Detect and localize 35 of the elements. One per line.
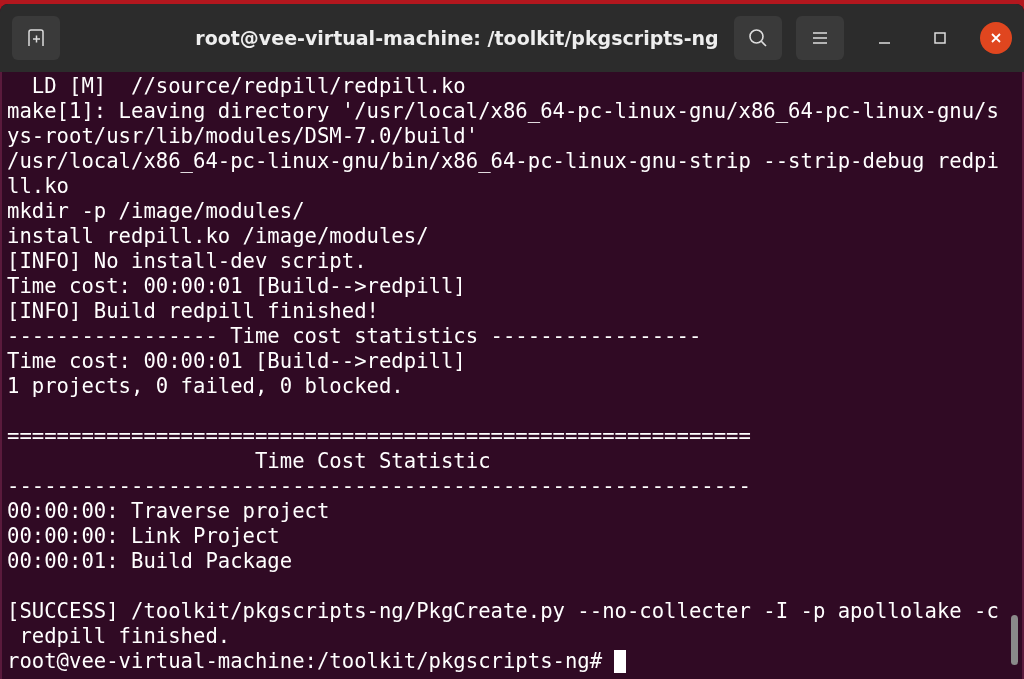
new-tab-button[interactable] [12, 16, 60, 60]
terminal-line: make[1]: Leaving directory '/usr/local/x86_64-pc-linux-gnu/x86_64-pc-linux-gnu/s [7, 99, 999, 124]
terminal-line: Time cost: 00:00:01 [Build-->redpill] [7, 274, 466, 299]
menu-button[interactable] [796, 16, 844, 60]
terminal-line: 00:00:00: Link Project [7, 524, 280, 549]
terminal-line: ys-root/usr/lib/modules/DSM-7.0/build' [7, 124, 479, 149]
terminal-line: 00:00:01: Build Package [7, 549, 293, 574]
terminal-line: ============================================================ [7, 424, 751, 449]
terminal-line: ------------------------------------------------------------ [7, 474, 751, 499]
scrollbar-thumb[interactable] [1011, 615, 1018, 665]
terminal-line: /usr/local/x86_64-pc-linux-gnu/bin/x86_64-pc-linux-gnu-strip --strip-debug redpi [7, 149, 999, 174]
terminal-line: mkdir -p /image/modules/ [7, 199, 305, 224]
terminal-line: Time cost: 00:00:01 [Build-->redpill] [7, 349, 466, 374]
close-button[interactable] [980, 22, 1012, 54]
terminal-line: ll.ko [7, 174, 69, 199]
terminal-line: 1 projects, 0 failed, 0 blocked. [7, 374, 404, 399]
terminal-line: 00:00:00: Traverse project [7, 499, 330, 524]
terminal-line: [INFO] No install-dev script. [7, 249, 367, 274]
minimize-icon [878, 42, 890, 44]
terminal-line: ----------------- Time cost statistics ----------------- [7, 324, 702, 349]
search-icon [748, 28, 768, 48]
new-tab-icon [27, 29, 45, 47]
maximize-icon [934, 32, 946, 44]
text-cursor [614, 650, 627, 673]
menu-icon [812, 31, 828, 45]
shell-prompt: root@vee-virtual-machine:/toolkit/pkgscripts-ng# [7, 649, 603, 674]
terminal-line: install redpill.ko /image/modules/ [7, 224, 429, 249]
terminal-line: LD [M] //source/redpill/redpill.ko [30, 74, 466, 99]
window-title: root@vee-virtual-machine: /toolkit/pkgscripts-ng [194, 27, 720, 49]
terminal-line: Time Cost Statistic [253, 449, 491, 474]
search-button[interactable] [734, 16, 782, 60]
terminal-line: [SUCCESS] /toolkit/pkgscripts-ng/PkgCreate.py --no-collecter -I -p apollolake -c [7, 599, 999, 624]
close-icon [990, 32, 1002, 44]
terminal-line: [INFO] Build redpill finished! [7, 299, 379, 324]
terminal-line: redpill finished. [18, 624, 231, 649]
